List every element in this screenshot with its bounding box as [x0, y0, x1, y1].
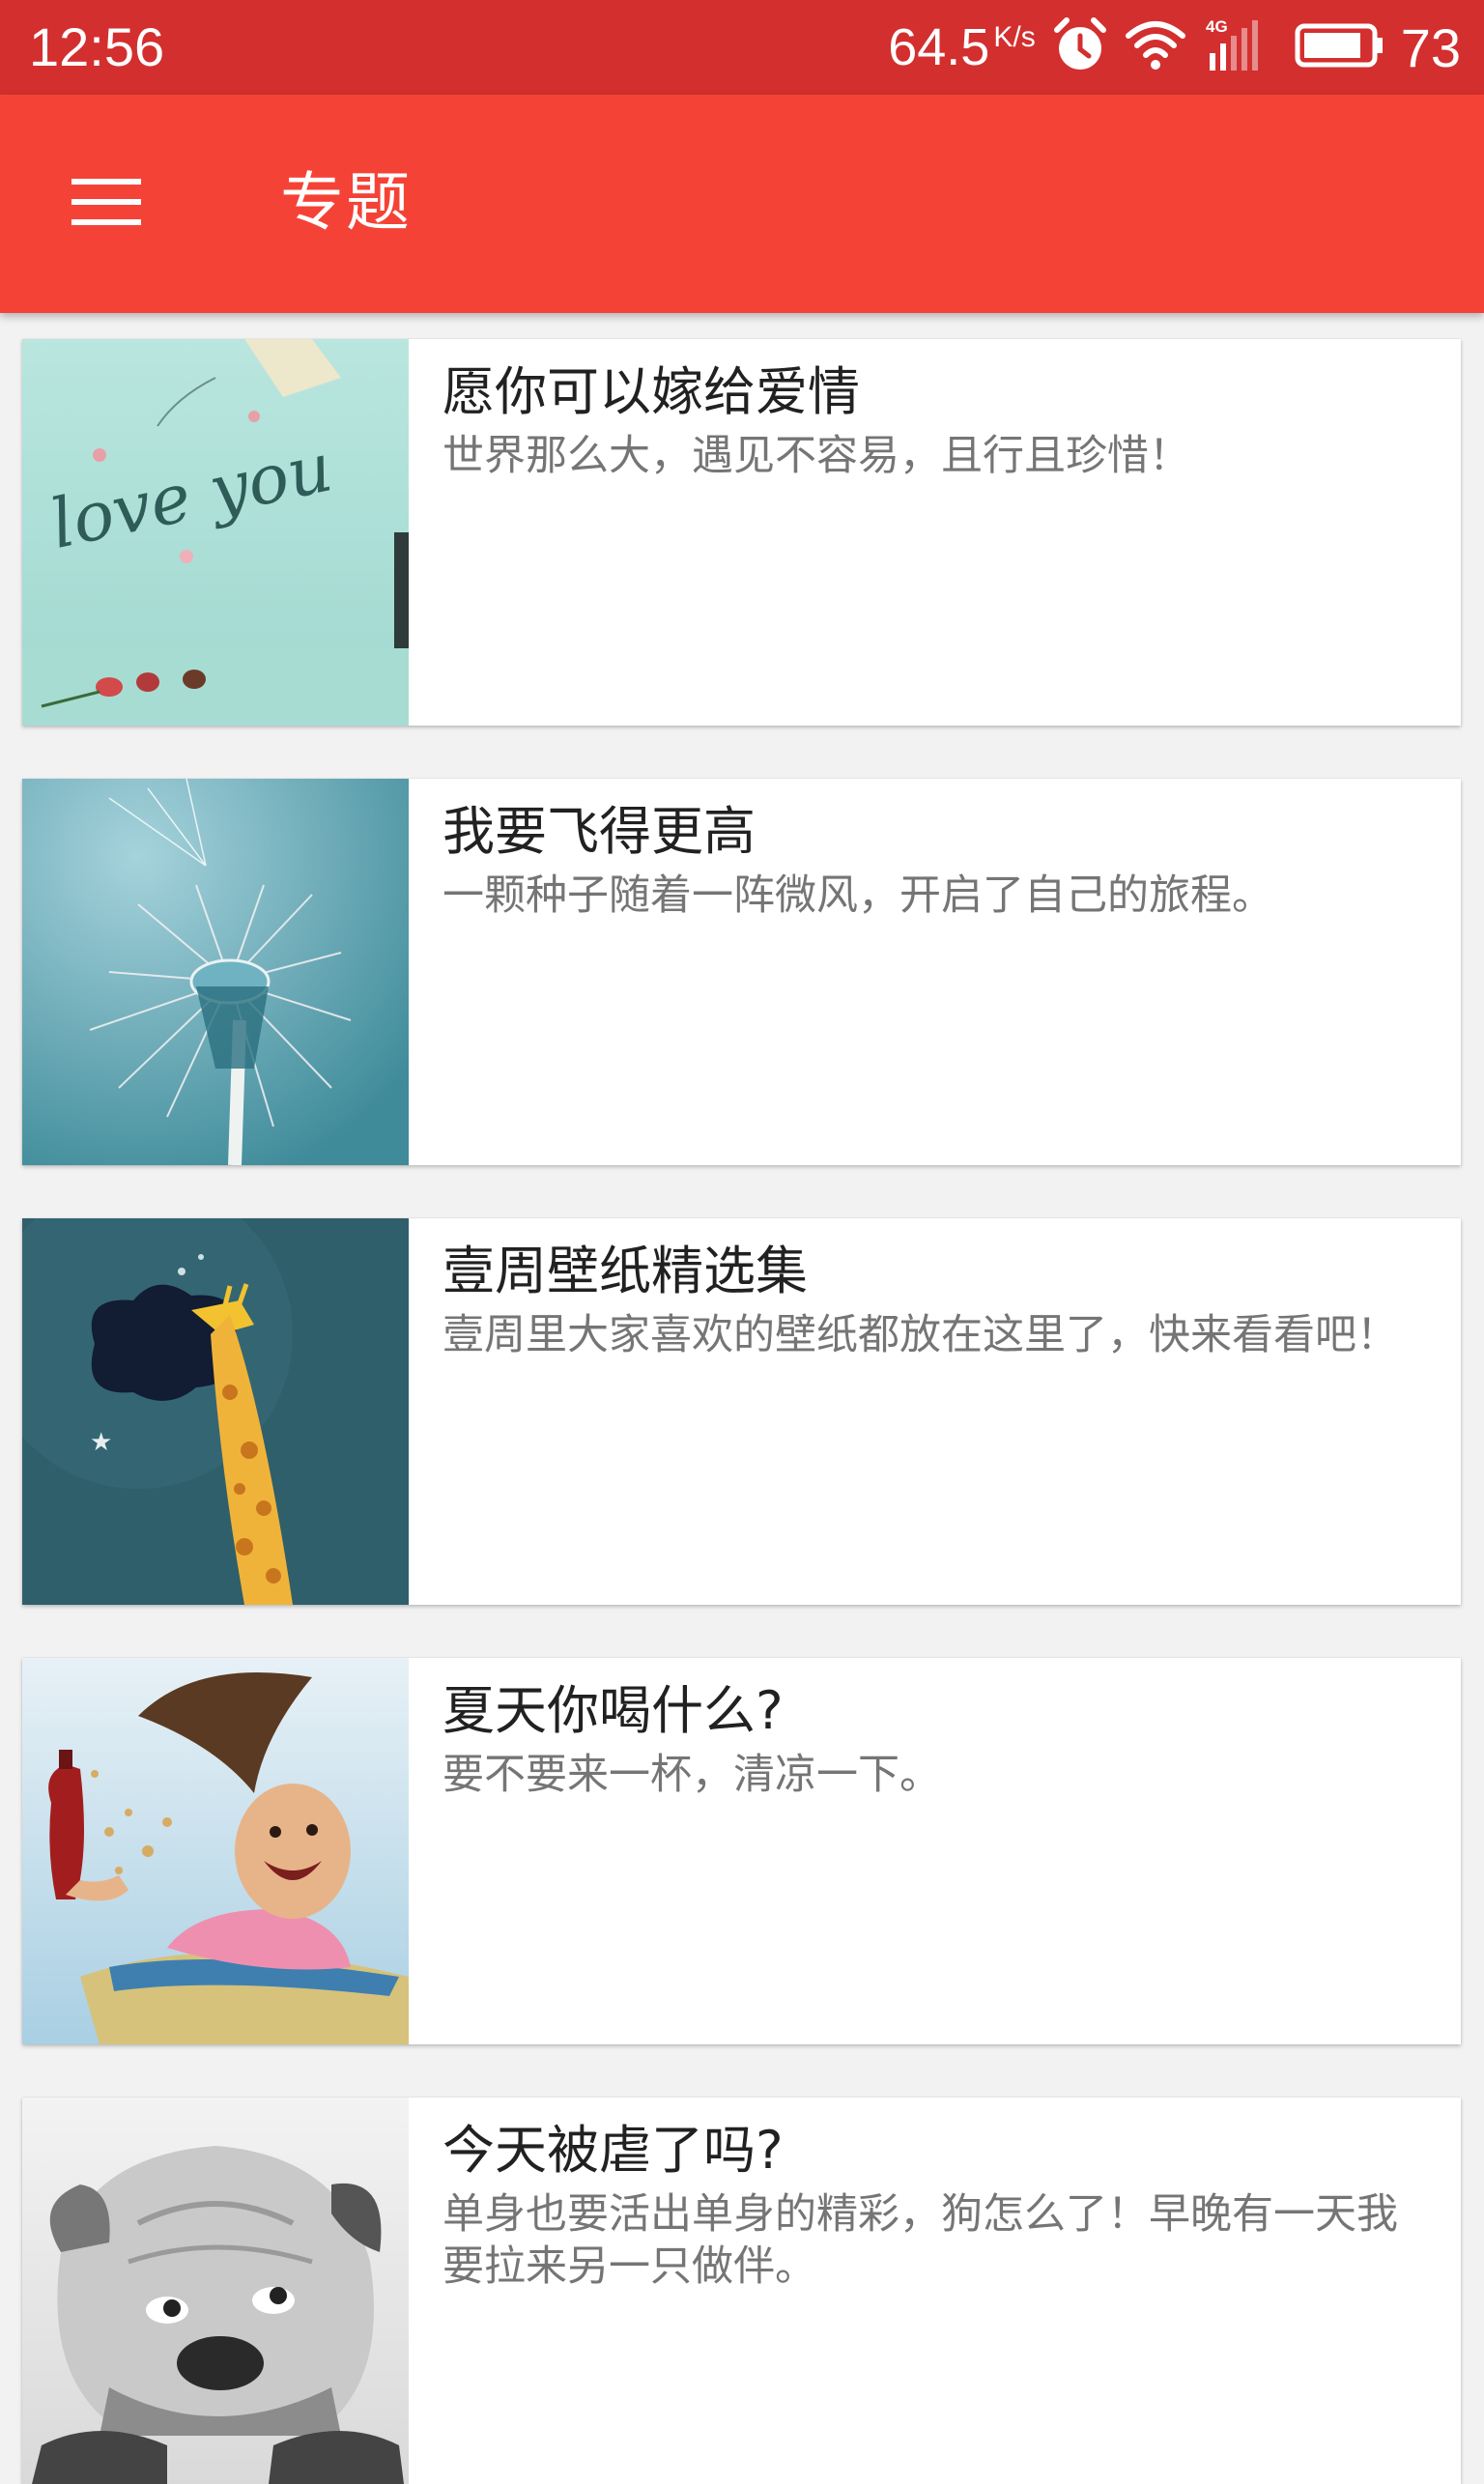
app-bar: 专题 [0, 95, 1484, 313]
topic-title: 我要飞得更高 [442, 801, 756, 862]
topic-description: 一颗种子随着一阵微风，开启了自己的旅程。 [442, 871, 1273, 920]
topic-card[interactable]: love you 愿你可以嫁给爱情 世界那么大，遇见不容易，且行且珍惜！ [22, 339, 1461, 726]
topic-thumbnail [22, 779, 409, 1165]
topic-description: 壹周里大家喜欢的壁纸都放在这里了，快来看看吧！ [442, 1311, 1398, 1359]
status-time: 12:56 [29, 16, 165, 77]
topic-card[interactable]: ★ 壹周壁纸精选集 壹周里大家喜欢的壁纸都放在这里了，快来看看吧！ [22, 1218, 1461, 1605]
battery-level: 73 [1400, 16, 1461, 78]
topic-description: 单身也要活出单身的精彩，狗怎么了！早晚有一天我要拉来另一只做伴。 [442, 2190, 1398, 2291]
svg-text:★: ★ [90, 1428, 112, 1457]
status-icons: 64.5 K/s 4G 73 [888, 10, 1461, 85]
topic-card[interactable]: 夏天你喝什么? 要不要来一杯，清凉一下。 [22, 1658, 1461, 2044]
topic-thumbnail [22, 2098, 409, 2484]
topic-title: 夏天你喝什么? [442, 1680, 784, 1741]
alarm-icon [1053, 16, 1107, 79]
topic-title: 壹周壁纸精选集 [442, 1241, 808, 1301]
menu-button[interactable] [48, 151, 164, 257]
topic-card[interactable]: 我要飞得更高 一颗种子随着一阵微风，开启了自己的旅程。 [22, 779, 1461, 1165]
network-type-label: 4G [1206, 17, 1228, 36]
status-bar: 12:56 64.5 K/s 4G 73 [0, 0, 1484, 95]
signal-4g-icon: 4G [1204, 16, 1277, 79]
topic-title: 今天被虐了吗? [442, 2120, 784, 2181]
wifi-icon [1125, 18, 1186, 77]
page-title: 专题 [280, 165, 412, 240]
hamburger-menu-icon[interactable] [70, 175, 143, 233]
network-speed-unit: K/s [993, 21, 1036, 53]
topic-card[interactable]: 今天被虐了吗? 单身也要活出单身的精彩，狗怎么了！早晚有一天我要拉来另一只做伴。 [22, 2098, 1461, 2484]
network-speed: 64.5 K/s [888, 17, 1035, 77]
network-speed-value: 64.5 [888, 18, 990, 76]
topic-description: 世界那么大，遇见不容易，且行且珍惜！ [442, 432, 1190, 480]
topic-title: 愿你可以嫁给爱情 [442, 361, 860, 422]
topic-thumbnail [22, 1658, 409, 2044]
topic-description: 要不要来一杯，清凉一下。 [442, 1751, 941, 1799]
battery-icon [1295, 23, 1384, 72]
topic-thumbnail: ★ [22, 1218, 409, 1605]
topic-thumbnail: love you [22, 339, 409, 726]
